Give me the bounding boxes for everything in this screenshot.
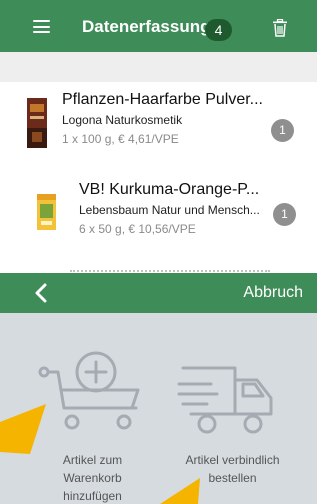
item-title: VB! Kurkuma-Orange-P... [79, 181, 260, 198]
add-to-cart-label-line3: hinzufügen [63, 489, 122, 503]
annotation-arrow-bottom [160, 478, 200, 504]
count-badge: 4 [205, 19, 232, 41]
product-image-hair-dye [27, 98, 47, 148]
quantity-badge: 1 [271, 119, 294, 142]
product-image-curcuma [37, 194, 56, 230]
add-to-cart-label-line2: Warenkorb [63, 471, 122, 485]
order-label-line1: Artikel verbindlich [185, 453, 280, 467]
action-sheet-header: Abbruch [0, 273, 317, 313]
quantity-badge: 1 [273, 203, 296, 226]
page-title: Datenerfassung [82, 17, 211, 36]
item-brand: Logona Naturkosmetik [62, 113, 183, 127]
item-detail: 6 x 50 g, € 10,56/VPE [79, 222, 196, 236]
action-sheet: Abbruch Artikel zum Warenkorb hinzufügen [0, 273, 317, 504]
add-to-cart-label-line1: Artikel zum [62, 453, 123, 467]
item-brand: Lebensbaum Natur und Mensch... [79, 203, 260, 217]
trash-icon[interactable] [272, 19, 288, 37]
menu-icon[interactable] [33, 20, 50, 33]
list-item[interactable]: Pflanzen-Haarfarbe Pulver... Logona Natu… [0, 82, 317, 172]
app-header: Datenerfassung 4 [0, 0, 317, 52]
back-chevron-icon[interactable] [34, 283, 48, 303]
list-item[interactable]: VB! Kurkuma-Orange-P... Lebensbaum Natur… [0, 172, 317, 262]
delivery-truck-icon [177, 366, 273, 434]
list-header-spacer [0, 52, 317, 82]
item-title: Pflanzen-Haarfarbe Pulver... [62, 91, 263, 108]
add-to-cart-button[interactable]: Artikel zum Warenkorb hinzufügen [30, 348, 155, 503]
cart-add-icon [38, 351, 140, 430]
annotation-arrow-left [0, 404, 46, 454]
cancel-button[interactable]: Abbruch [243, 284, 303, 302]
item-detail: 1 x 100 g, € 4,61/VPE [62, 132, 179, 146]
